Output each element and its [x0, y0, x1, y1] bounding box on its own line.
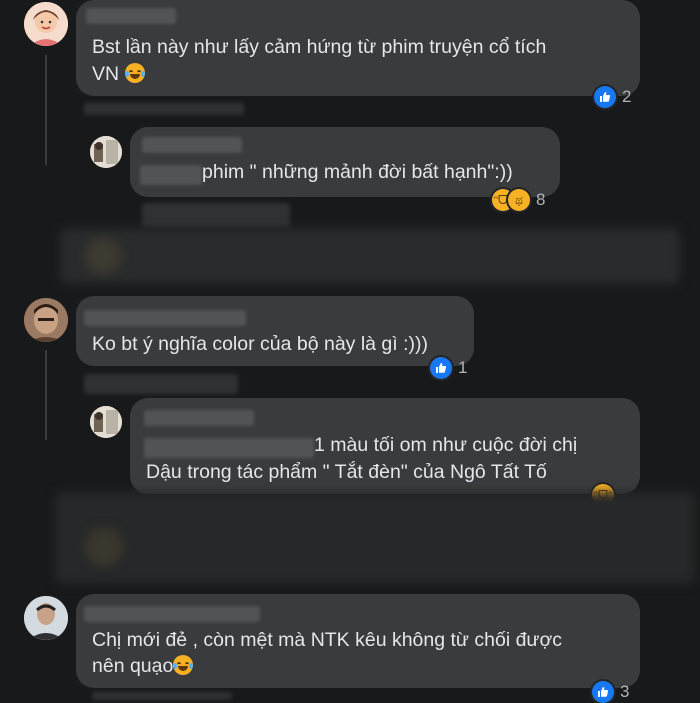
comment-text-line: nên quạo [92, 652, 194, 680]
like-icon [594, 86, 616, 108]
blurred-author-name [86, 8, 176, 24]
avatar-photo-icon [90, 136, 122, 168]
thread-line [45, 350, 47, 440]
comment-bubble[interactable]: Ko bt ý nghĩa color của bộ này là gì :))… [76, 296, 474, 366]
avatar[interactable] [24, 2, 68, 46]
comment-bubble[interactable]: Bst lần này như lấy cảm hứng từ phim tru… [76, 0, 640, 96]
avatar[interactable] [24, 596, 68, 640]
comment-text-line: Bst lần này như lấy cảm hứng từ phim tru… [92, 36, 547, 58]
blurred-hidden-comment [55, 492, 695, 584]
avatar-photo-icon [24, 596, 68, 640]
blurred-hidden-comment [60, 228, 680, 284]
like-icon [430, 357, 452, 379]
avatar-photo-icon [24, 298, 68, 342]
reaction-summary[interactable]: ᵔᗜᵔ ಥ 8 [492, 189, 545, 211]
comment-text: Ko bt ý nghĩa color của bộ này là gì :))… [92, 333, 429, 355]
reaction-count: 2 [622, 87, 632, 106]
reply-bubble[interactable]: phim " những mảnh đời bất hạnh":)) [130, 127, 560, 197]
thread-line [45, 55, 47, 165]
blurred-hidden-avatar [85, 238, 121, 274]
blurred-mention [140, 165, 202, 185]
avatar-photo-icon [90, 406, 122, 438]
laughing-tears-emoji-icon [124, 63, 145, 83]
blurred-comment-actions [84, 103, 244, 115]
reply-text-line: Dậu trong tác phẩm " Tắt đèn" của Ngô Tấ… [146, 461, 547, 483]
reaction-count: 8 [536, 190, 546, 209]
reply-text-line: 1 màu tối om như cuộc đời chị [314, 434, 578, 456]
blurred-author-name [84, 310, 246, 326]
comment-bubble[interactable]: Chị mới đẻ , còn mệt mà NTK kêu không từ… [76, 594, 640, 688]
blurred-mention [144, 438, 314, 458]
avatar[interactable] [24, 298, 68, 342]
avatar[interactable] [90, 406, 122, 438]
reply-text: phim " những mảnh đời bất hạnh":)) [202, 161, 513, 183]
comment-text-line: VN [92, 60, 145, 88]
reaction-summary[interactable]: 2 [594, 86, 631, 108]
blurred-hidden-avatar [85, 528, 123, 566]
blurred-comment-actions [142, 203, 290, 227]
blurred-author-name [84, 606, 260, 622]
avatar[interactable] [90, 136, 122, 168]
reaction-summary[interactable]: 1 [430, 357, 467, 379]
reply-bubble[interactable]: 1 màu tối om như cuộc đời chị Dậu trong … [130, 398, 640, 494]
reaction-count: 1 [458, 358, 468, 377]
laughing-tears-emoji-icon [173, 655, 194, 675]
avatar-cartoon-icon [24, 2, 68, 46]
blurred-comment-actions [84, 374, 238, 394]
blurred-author-name [144, 410, 254, 426]
comment-text-line: Chị mới đẻ , còn mệt mà NTK kêu không từ… [92, 629, 563, 651]
blurred-comment-actions [92, 692, 232, 700]
blurred-author-name [142, 137, 242, 153]
reaction-count: 3 [620, 682, 630, 701]
sad-icon: ಥ [508, 189, 530, 211]
